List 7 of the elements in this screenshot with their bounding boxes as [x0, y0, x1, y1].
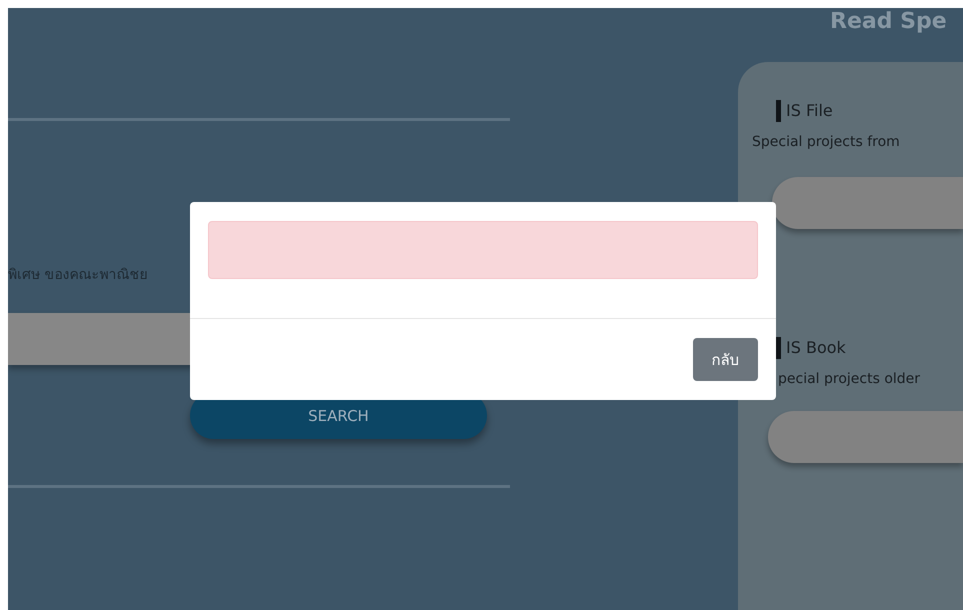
page-heading: Read Spe [830, 9, 948, 36]
card-button[interactable] [768, 411, 963, 463]
card-button[interactable] [772, 177, 963, 229]
card-description: pecial projects older [778, 371, 922, 387]
back-button[interactable]: กลับ [693, 338, 758, 381]
card-title: IS File [776, 100, 963, 122]
card-description: Special projects from [752, 134, 901, 150]
